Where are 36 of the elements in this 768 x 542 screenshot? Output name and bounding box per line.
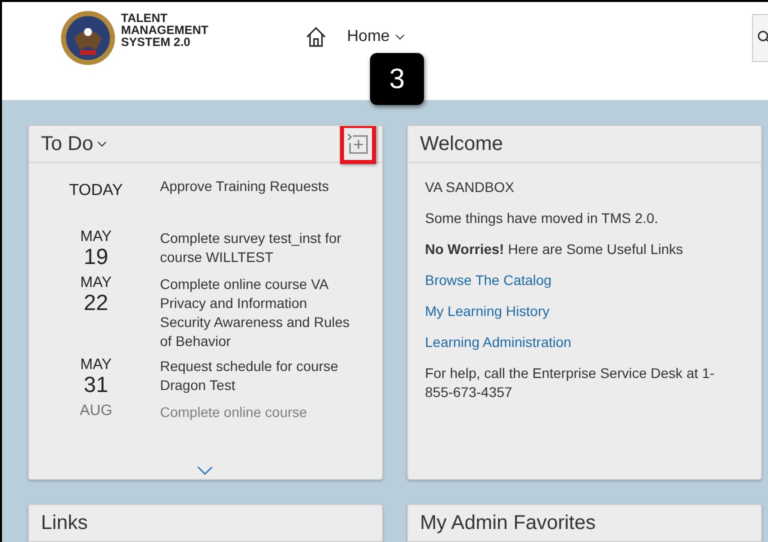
useful-link[interactable]: Browse The Catalog [425,271,552,290]
welcome-text: Some things have moved in TMS 2.0. [425,209,660,228]
useful-link[interactable]: My Learning History [425,302,550,321]
search-icon [757,30,768,44]
due-month: MAY [80,357,112,373]
due-day: 19 [84,245,108,269]
card-title: My Admin Favorites [420,512,596,534]
chevron-down-icon [97,141,108,147]
due-day: 22 [84,291,108,315]
todo-item-link[interactable]: Request schedule for course Dragon Test [160,357,350,397]
step-number-callout: 3 [370,53,424,105]
home-menu[interactable]: Home [347,26,405,48]
search-field[interactable] [752,14,768,62]
welcome-text: For help, call the Enterprise Service Desk at 1-855-673-4357 [425,364,716,402]
add-todo-button[interactable] [340,126,376,164]
todo-item-link[interactable]: Complete online course [160,403,350,422]
due-day: 31 [84,373,108,397]
card-title: Links [41,512,88,534]
due-month: MAY [80,275,112,291]
due-month: AUG [80,403,112,419]
due-month: MAY [80,229,112,245]
seal-logo [60,10,116,66]
app-logo-text: TALENT MANAGEMENT SYSTEM 2.0 [121,12,210,48]
useful-link[interactable]: Learning Administration [425,333,572,352]
todo-item-link[interactable]: Complete survey test_inst for course WILLTEST [160,229,350,269]
todo-item-link[interactable]: Complete online course VA Privacy and Information Security Awareness and Rules of Behavior [160,275,350,351]
welcome-text: VA SANDBOX [425,178,516,197]
todo-item-link[interactable]: Approve Training Requests [160,177,350,223]
due-date: TODAY [69,182,123,200]
card-title: Welcome [420,132,503,156]
home-icon[interactable] [305,26,327,48]
welcome-text: No Worries! Here are Some Useful Links [425,240,684,259]
chevron-down-icon [394,34,405,40]
scroll-down-icon[interactable] [197,466,213,475]
todo-title-menu[interactable]: To Do [41,132,108,156]
add-item-icon [347,133,369,155]
